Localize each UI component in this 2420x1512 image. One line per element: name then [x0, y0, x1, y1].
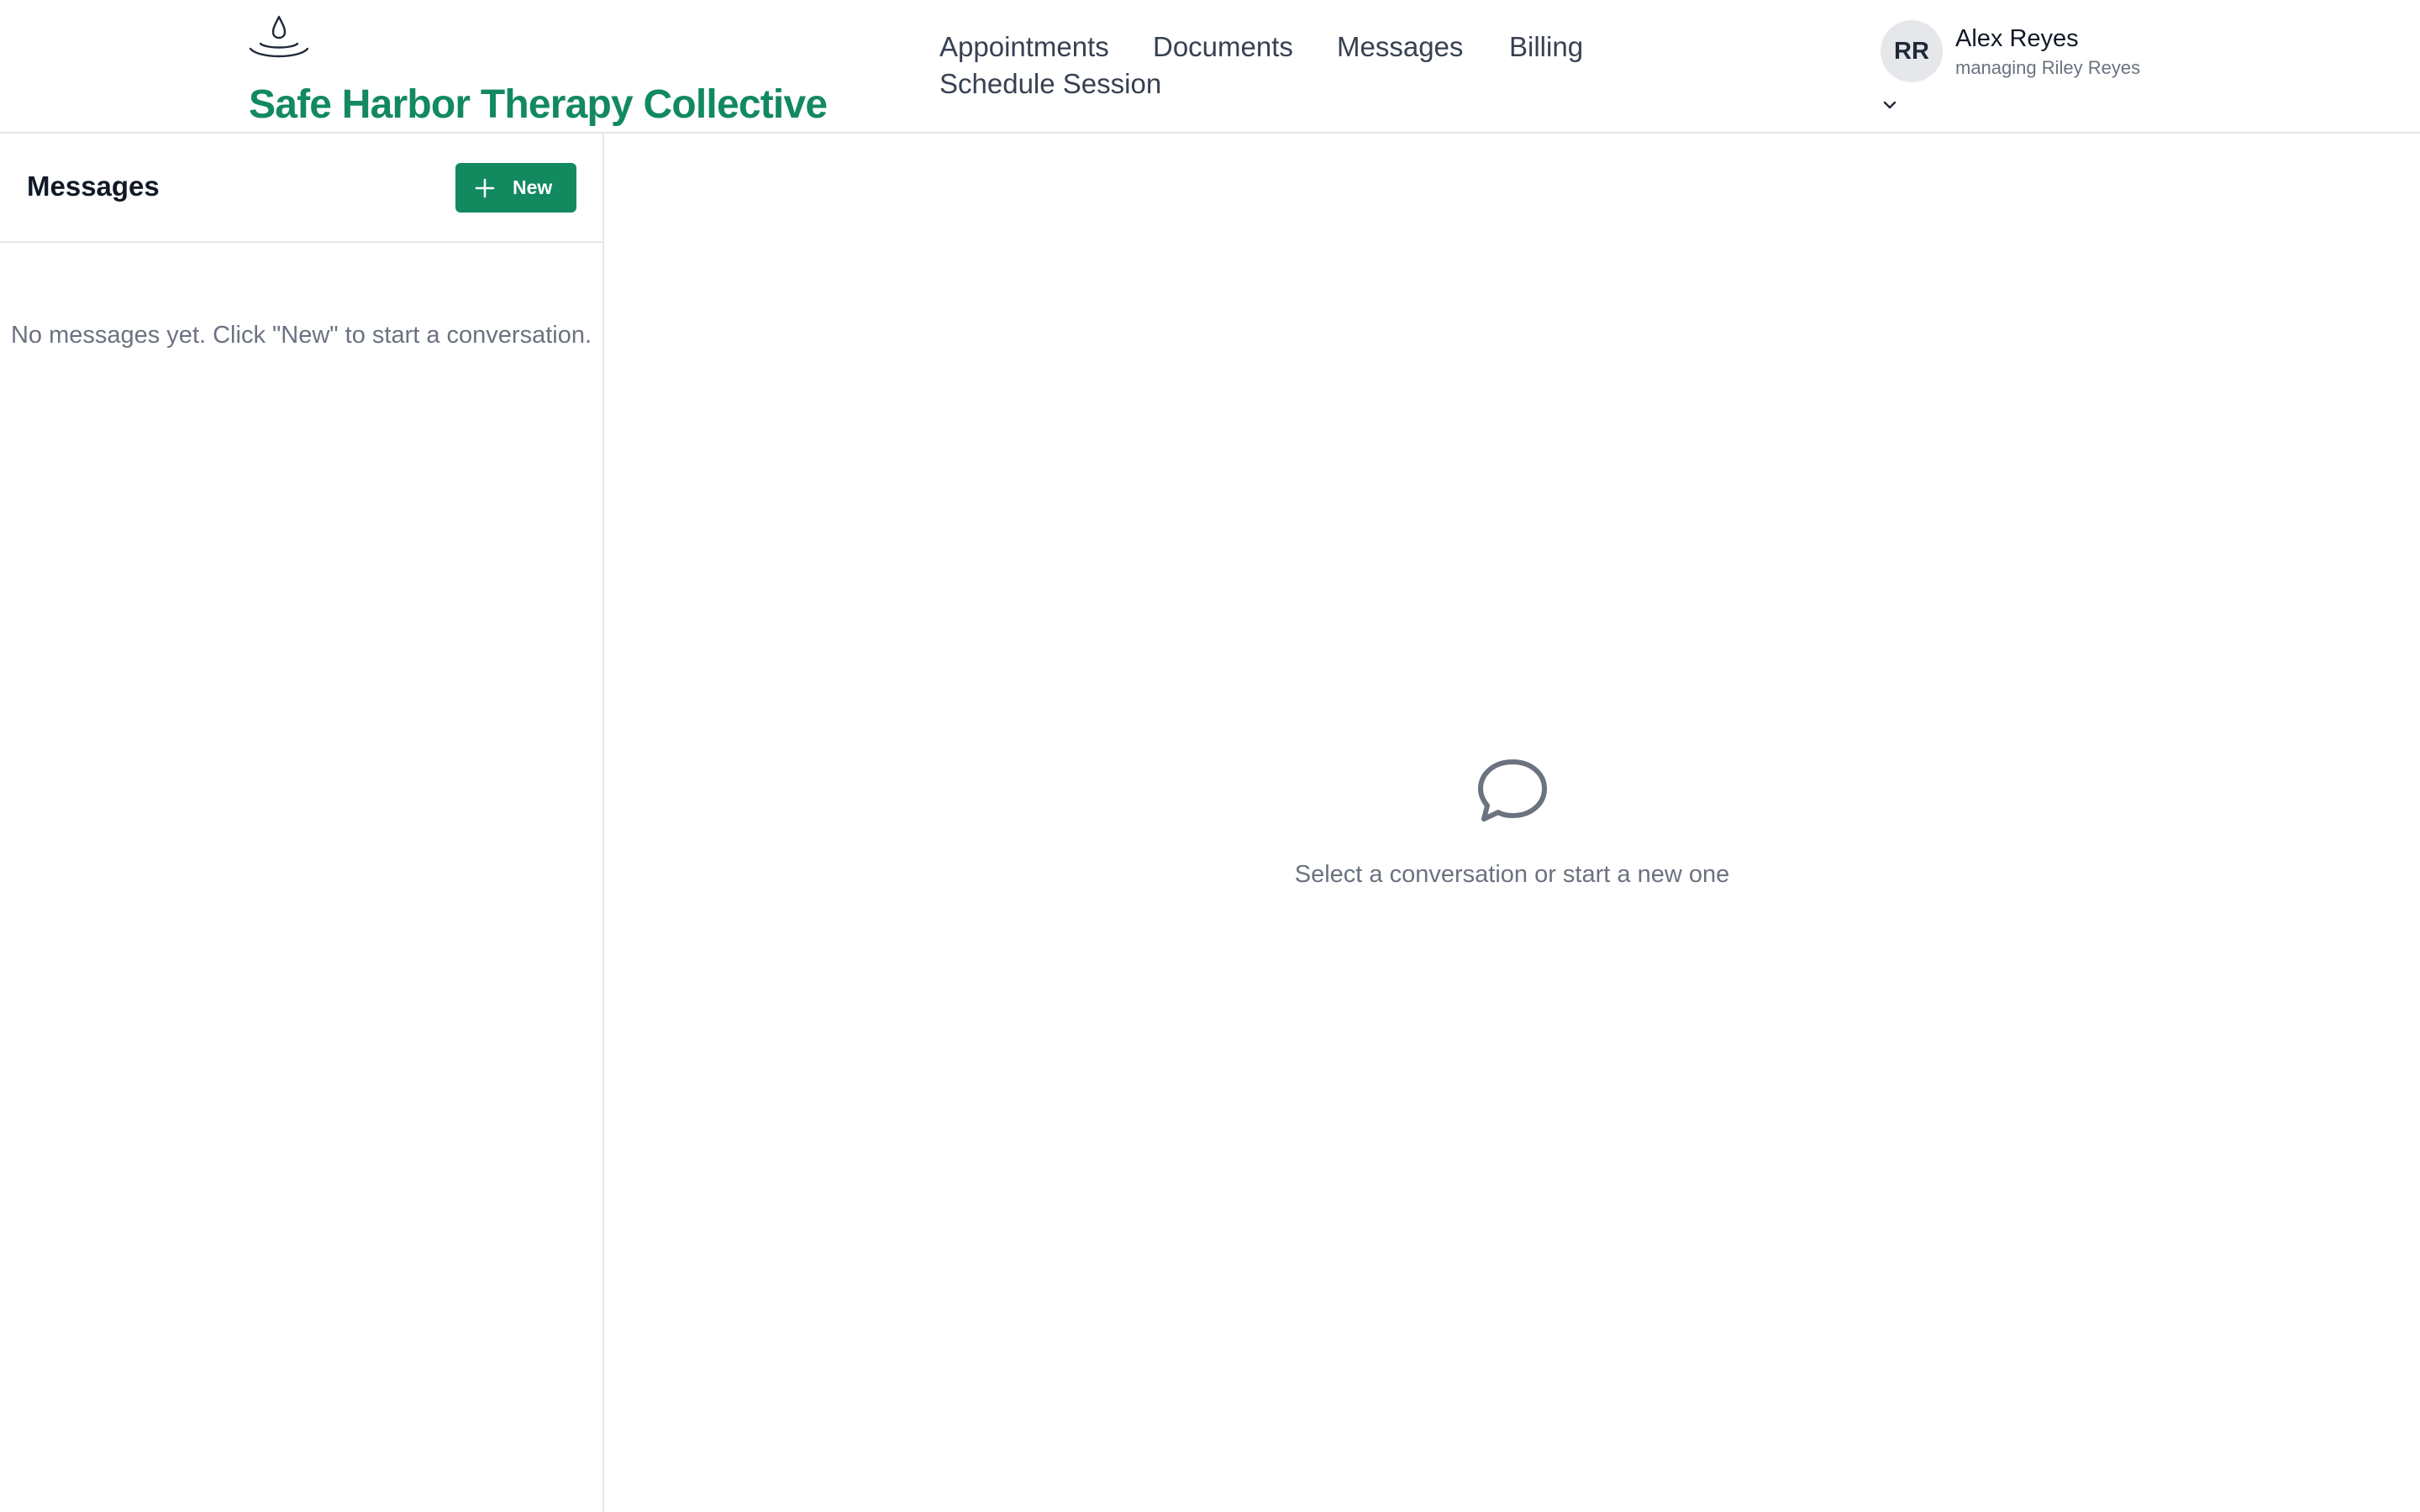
- nav-item-billing[interactable]: Billing: [1509, 29, 1583, 66]
- nav-item-appointments[interactable]: Appointments: [939, 29, 1109, 66]
- nav-item-schedule-session[interactable]: Schedule Session: [939, 66, 1161, 102]
- water-drop-ripple-icon[interactable]: [247, 13, 311, 60]
- new-button-label: New: [513, 176, 553, 198]
- chat-bubble-icon: [1478, 759, 1547, 822]
- user-managing-subtitle: managing Riley Reyes: [1955, 57, 2141, 78]
- user-name: Alex Reyes: [1955, 25, 2079, 52]
- select-conversation-text: Select a conversation or start a new one: [1294, 861, 1730, 888]
- plus-icon: [475, 178, 495, 198]
- brand-name[interactable]: Safe Harbor Therapy Collective: [249, 80, 828, 130]
- user-menu[interactable]: RR Alex Reyes managing Riley Reyes: [1881, 20, 2233, 121]
- new-message-button[interactable]: New: [455, 163, 576, 213]
- sidebar-header: Messages New: [0, 134, 602, 243]
- nav-item-documents[interactable]: Documents: [1153, 29, 1293, 66]
- messages-sidebar: Messages New No messages yet. Click "New…: [0, 134, 604, 1512]
- nav-item-messages[interactable]: Messages: [1337, 29, 1463, 66]
- empty-messages-text: No messages yet. Click "New" to start a …: [10, 322, 592, 349]
- conversation-panel: Select a conversation or start a new one: [604, 134, 2420, 1512]
- sidebar-title: Messages: [27, 171, 160, 202]
- top-header: Safe Harbor Therapy Collective Appointme…: [0, 0, 2420, 134]
- avatar[interactable]: RR: [1881, 20, 1943, 82]
- chevron-down-icon[interactable]: [1881, 96, 1899, 114]
